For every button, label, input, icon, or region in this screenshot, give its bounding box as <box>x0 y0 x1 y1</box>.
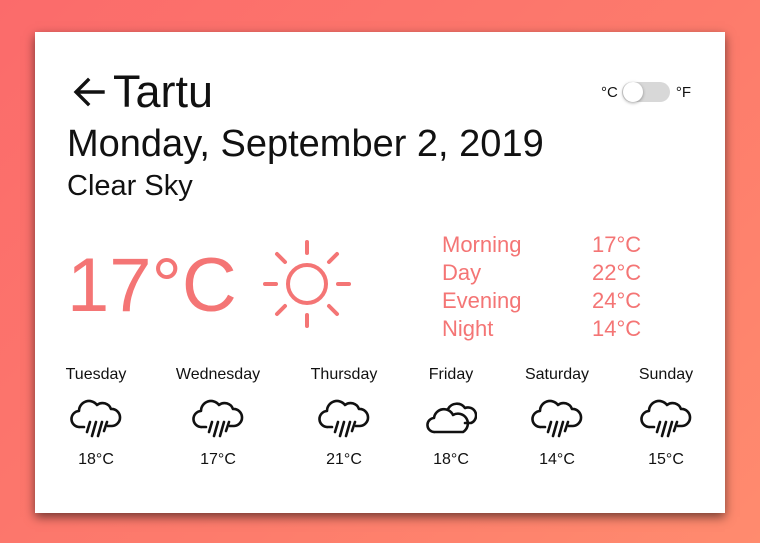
weather-card: Tartu Monday, September 2, 2019 Clear Sk… <box>35 32 725 513</box>
location-header: Tartu <box>69 68 213 116</box>
daytime-label: Evening <box>442 288 522 313</box>
forecast-temp: 21°C <box>326 451 362 468</box>
forecast-temp: 18°C <box>433 451 469 468</box>
daytime-row-night: Night 14°C <box>442 315 641 343</box>
daytime-row-day: Day 22°C <box>442 259 641 287</box>
daytime-temperatures: Morning 17°C Day 22°C Evening 24°C Night… <box>442 231 641 343</box>
rain-icon <box>70 399 122 438</box>
forecast-day-name: Friday <box>428 366 474 383</box>
forecast-temp: 15°C <box>648 451 684 468</box>
rain-icon <box>192 399 244 438</box>
forecast-day-name: Wednesday <box>175 366 261 383</box>
forecast-day-thursday: Thursday 21°C <box>289 365 399 470</box>
rain-icon <box>318 399 370 438</box>
forecast-day-name: Saturday <box>524 366 590 383</box>
current-temperature: 17°C <box>67 243 237 328</box>
city-name: Tartu <box>113 66 214 117</box>
daytime-label: Morning <box>442 232 522 257</box>
daytime-label: Night <box>442 316 494 341</box>
daytime-row-morning: Morning 17°C <box>442 231 641 259</box>
forecast-day-saturday: Saturday 14°C <box>502 365 612 470</box>
forecast-temp: 17°C <box>200 451 236 468</box>
daytime-temp: 22°C <box>592 260 642 285</box>
unit-switch[interactable] <box>621 82 670 102</box>
sun-icon <box>263 240 351 328</box>
rain-icon <box>640 399 692 438</box>
clouds-icon <box>426 402 477 434</box>
forecast-day-tuesday: Tuesday 18°C <box>41 365 151 470</box>
celsius-label: °C <box>601 83 618 101</box>
unit-switch-knob[interactable] <box>622 82 643 102</box>
arrow-left-icon[interactable] <box>69 72 109 112</box>
forecast-day-wednesday: Wednesday 17°C <box>163 365 273 470</box>
daytime-temp: 14°C <box>592 316 642 341</box>
daytime-label: Day <box>442 260 482 285</box>
forecast-day-sunday: Sunday 15°C <box>611 365 721 470</box>
daytime-temp: 17°C <box>592 232 642 257</box>
forecast-day-name: Thursday <box>310 366 378 383</box>
date-heading: Monday, September 2, 2019 <box>67 123 544 165</box>
forecast-day-name: Tuesday <box>65 366 127 383</box>
fahrenheit-label: °F <box>675 83 692 101</box>
daytime-temp: 24°C <box>592 288 642 313</box>
forecast-temp: 18°C <box>78 451 114 468</box>
forecast-temp: 14°C <box>539 451 575 468</box>
rain-icon <box>531 399 583 438</box>
daytime-row-evening: Evening 24°C <box>442 287 641 315</box>
forecast-day-friday: Friday 18°C <box>396 365 506 470</box>
forecast-day-name: Sunday <box>638 366 694 383</box>
weather-condition: Clear Sky <box>67 170 193 202</box>
unit-toggle: °C °F <box>601 82 691 102</box>
